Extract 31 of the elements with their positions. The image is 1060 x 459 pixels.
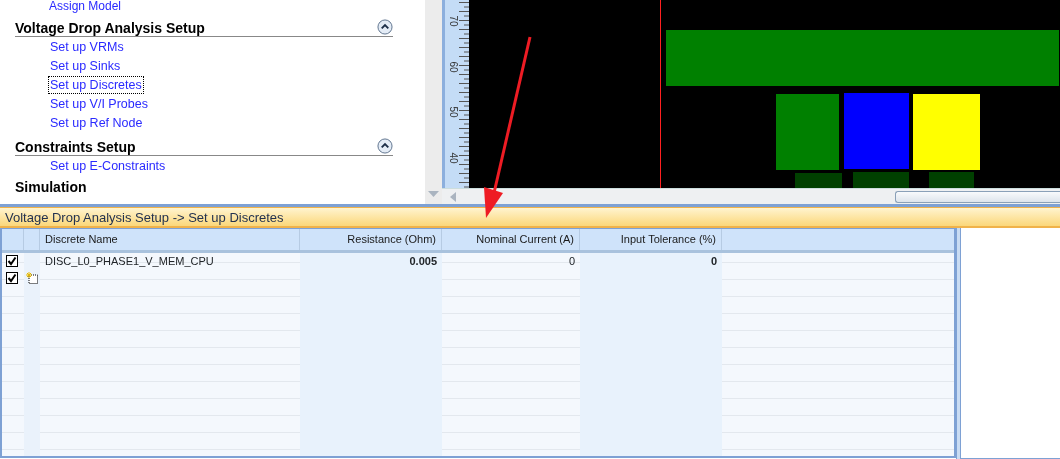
section-title: Simulation <box>15 179 87 195</box>
nav-link[interactable]: Set up V/I Probes <box>48 95 150 113</box>
ruler-label: 60 <box>447 60 458 73</box>
horizontal-scrollbar[interactable] <box>442 188 1060 204</box>
checkbox[interactable] <box>6 272 18 284</box>
table-cell-text: 0 <box>709 254 718 269</box>
splitter-handle[interactable] <box>956 228 961 459</box>
collapse-icon[interactable] <box>377 138 393 154</box>
nav-link[interactable]: Set up VRMs <box>48 38 126 56</box>
column-header[interactable]: Resistance (Ohm) <box>300 229 442 250</box>
checkbox[interactable] <box>6 255 18 267</box>
nav-link[interactable]: Set up Discretes <box>48 76 144 94</box>
section-title: Constraints Setup <box>15 139 136 155</box>
ruler-label: 50 <box>447 106 458 118</box>
nav-link[interactable]: Set up Sinks <box>48 57 123 75</box>
scroll-thumb[interactable] <box>895 190 1060 203</box>
column-header[interactable]: Input Tolerance (%) <box>580 229 722 250</box>
table-cell-text: DISC_L0_PHASE1_V_MEM_CPU <box>44 254 215 269</box>
ruler-label: 40 <box>447 151 458 164</box>
ruler-label: 70 <box>447 15 458 27</box>
vertical-scrollbar[interactable] <box>425 0 442 204</box>
collapse-icon[interactable] <box>377 19 393 35</box>
table-cell-text: 0.005 <box>408 254 438 269</box>
table-cell-text: 0 <box>567 254 576 269</box>
column-header[interactable]: Discrete Name <box>40 229 300 250</box>
nav-link[interactable]: Set up E-Constraints <box>48 157 168 175</box>
section-title: Voltage Drop Analysis Setup <box>15 20 205 36</box>
column-header[interactable]: Nominal Current (A) <box>442 229 580 250</box>
nav-link[interactable]: Set up Ref Node <box>48 114 145 132</box>
panel-title: Voltage Drop Analysis Setup -> Set up Discretes <box>0 207 1060 228</box>
nav-link[interactable]: Assign Model <box>49 0 122 13</box>
